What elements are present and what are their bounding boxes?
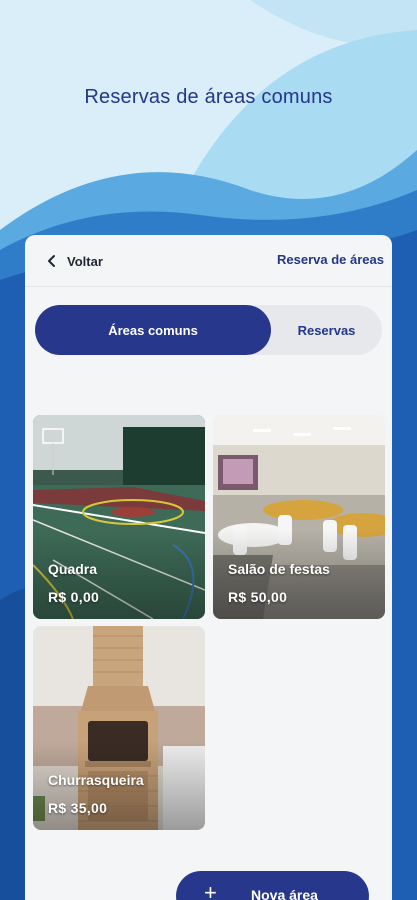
top-bar: Voltar Reserva de áreas [25, 235, 392, 287]
area-card-quadra[interactable]: Quadra R$ 0,00 [33, 415, 205, 619]
back-button[interactable]: Voltar [43, 250, 103, 272]
area-price: R$ 0,00 [48, 589, 100, 605]
area-price: R$ 35,00 [48, 800, 108, 816]
area-card-churrasqueira[interactable]: Churrasqueira R$ 35,00 [33, 626, 205, 830]
area-price: R$ 50,00 [228, 589, 288, 605]
new-area-button[interactable]: + Nova área [176, 871, 369, 900]
area-name: Churrasqueira [48, 772, 144, 788]
area-name: Salão de festas [228, 561, 330, 577]
areas-panel: Voltar Reserva de áreas Áreas comuns Res… [25, 235, 392, 900]
plus-icon: + [204, 880, 217, 900]
back-label: Voltar [67, 253, 103, 269]
page-title: Reservas de áreas comuns [84, 86, 333, 108]
tab-areas-comuns[interactable]: Áreas comuns [35, 305, 271, 355]
chevron-left-icon [43, 252, 61, 270]
segmented-tabs: Áreas comuns Reservas [35, 305, 382, 355]
area-name: Quadra [48, 561, 98, 577]
tab-reservas[interactable]: Reservas [271, 305, 382, 355]
area-card-salao-de-festas[interactable]: Salão de festas R$ 50,00 [213, 415, 385, 619]
new-area-label: Nova área [251, 887, 318, 900]
section-title: Reserva de áreas [277, 252, 384, 267]
